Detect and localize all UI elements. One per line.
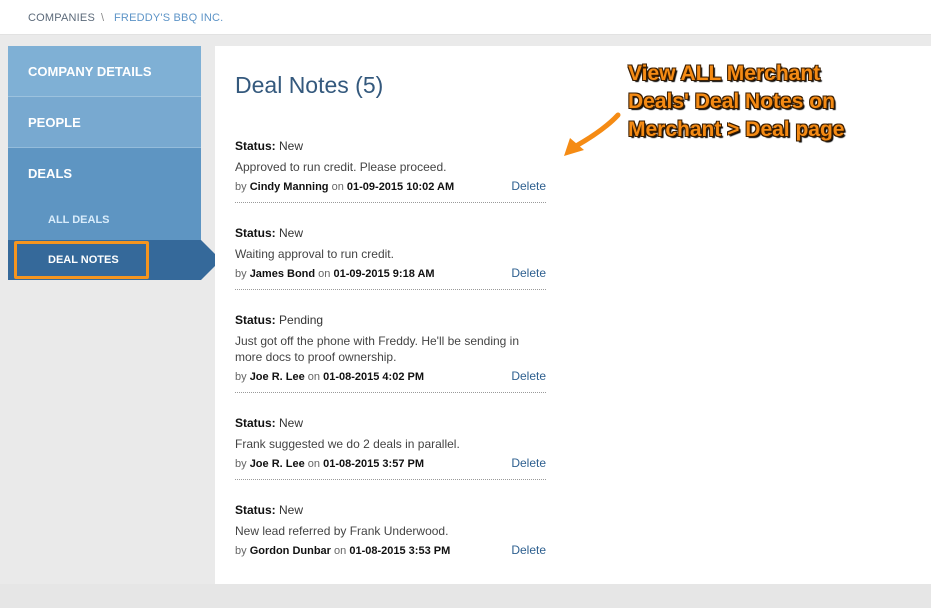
- status-value: New: [279, 139, 304, 153]
- by-label: by: [235, 458, 247, 470]
- note-status: Status: Pending: [235, 313, 323, 327]
- callout-arrow-icon: [564, 112, 621, 156]
- note-author: Gordon Dunbar: [249, 545, 331, 557]
- by-label: by: [235, 268, 247, 280]
- breadcrumb-separator: \: [101, 12, 105, 24]
- on-label: on: [307, 458, 321, 470]
- note-date: 01-08-2015 3:57 PM: [323, 458, 424, 470]
- note-author: Joe R. Lee: [249, 458, 305, 470]
- by-label: by: [235, 545, 247, 557]
- sidebar-item-people[interactable]: PEOPLE: [8, 97, 201, 148]
- annotation-line: Merchant > Deal page: [628, 118, 845, 141]
- note-text: Waiting approval to run credit.: [235, 247, 394, 261]
- note-status: Status: New: [235, 503, 303, 517]
- breadcrumb: COMPANIES \ FREDDY'S BBQ INC.: [0, 0, 931, 35]
- deal-note: Status: Pending Just got off the phone w…: [235, 313, 546, 393]
- status-value: New: [279, 416, 304, 430]
- status-label: Status:: [235, 503, 276, 517]
- sidebar-item-label: COMPANY DETAILS: [28, 64, 152, 79]
- note-text: Frank suggested we do 2 deals in paralle…: [235, 437, 460, 451]
- note-date: 01-08-2015 4:02 PM: [323, 371, 424, 383]
- sidebar-subitem-deal-notes[interactable]: DEAL NOTES: [8, 240, 221, 280]
- on-label: on: [331, 181, 344, 193]
- deal-notes-list: Status: New Approved to run credit. Plea…: [235, 139, 546, 589]
- by-label: by: [235, 181, 247, 193]
- page-title: Deal Notes (5): [235, 72, 384, 98]
- sidebar: COMPANY DETAILS PEOPLE DEALS ALL DEALS D…: [8, 46, 221, 280]
- note-meta: by Joe R. Lee on 01-08-2015 4:02 PM: [235, 371, 424, 383]
- note-text: Just got off the phone with Freddy. He'l…: [235, 334, 520, 364]
- deal-note: Status: New Frank suggested we do 2 deal…: [235, 416, 546, 480]
- deal-note: Status: New New lead referred by Frank U…: [235, 503, 546, 566]
- sidebar-item-label: ALL DEALS: [48, 214, 110, 226]
- status-label: Status:: [235, 226, 276, 240]
- status-value: New: [279, 226, 304, 240]
- annotation-callout: View ALL Merchant Deals' Deal Notes on M…: [628, 60, 918, 144]
- note-status: Status: New: [235, 416, 303, 430]
- status-label: Status:: [235, 139, 276, 153]
- note-author: James Bond: [249, 268, 316, 280]
- sidebar-item-label: DEAL NOTES: [48, 254, 119, 266]
- note-date: 01-09-2015 10:02 AM: [346, 181, 455, 193]
- note-meta: by Joe R. Lee on 01-08-2015 3:57 PM: [235, 458, 424, 470]
- note-meta: by Cindy Manning on 01-09-2015 10:02 AM: [235, 181, 454, 193]
- note-date: 01-08-2015 3:53 PM: [349, 545, 451, 557]
- delete-link[interactable]: Delete: [511, 179, 546, 193]
- sidebar-item-deals[interactable]: DEALS: [8, 148, 201, 200]
- delete-link[interactable]: Delete: [511, 456, 546, 470]
- delete-link[interactable]: Delete: [511, 266, 546, 280]
- status-value: Pending: [279, 313, 324, 327]
- on-label: on: [307, 371, 321, 383]
- breadcrumb-company-link[interactable]: FREDDY'S BBQ INC.: [114, 12, 223, 24]
- by-label: by: [235, 371, 247, 383]
- note-status: Status: New: [235, 139, 303, 153]
- note-meta: by James Bond on 01-09-2015 9:18 AM: [235, 268, 435, 280]
- note-status: Status: New: [235, 226, 303, 240]
- note-text: Approved to run credit. Please proceed.: [235, 160, 447, 174]
- sidebar-item-label: DEALS: [28, 166, 73, 181]
- delete-link[interactable]: Delete: [511, 369, 546, 383]
- deal-note: Status: New Waiting approval to run cred…: [235, 226, 546, 290]
- annotation-line: View ALL Merchant: [628, 62, 821, 85]
- on-label: on: [318, 268, 331, 280]
- annotation-line: Deals' Deal Notes on: [628, 90, 835, 113]
- sidebar-item-company-details[interactable]: COMPANY DETAILS: [8, 46, 201, 97]
- note-author: Cindy Manning: [249, 181, 329, 193]
- sidebar-item-label: PEOPLE: [28, 115, 81, 130]
- note-text: New lead referred by Frank Underwood.: [235, 524, 449, 538]
- note-date: 01-09-2015 9:18 AM: [333, 268, 435, 280]
- footer-strip: [0, 584, 931, 608]
- status-value: New: [279, 503, 304, 517]
- sidebar-subitem-all-deals[interactable]: ALL DEALS: [8, 200, 201, 240]
- deal-note: Status: New Approved to run credit. Plea…: [235, 139, 546, 203]
- on-label: on: [334, 545, 347, 557]
- note-author: Joe R. Lee: [249, 371, 305, 383]
- note-meta: by Gordon Dunbar on 01-08-2015 3:53 PM: [235, 545, 450, 557]
- status-label: Status:: [235, 313, 276, 327]
- status-label: Status:: [235, 416, 276, 430]
- breadcrumb-companies-link[interactable]: COMPANIES: [28, 12, 95, 24]
- delete-link[interactable]: Delete: [511, 543, 546, 557]
